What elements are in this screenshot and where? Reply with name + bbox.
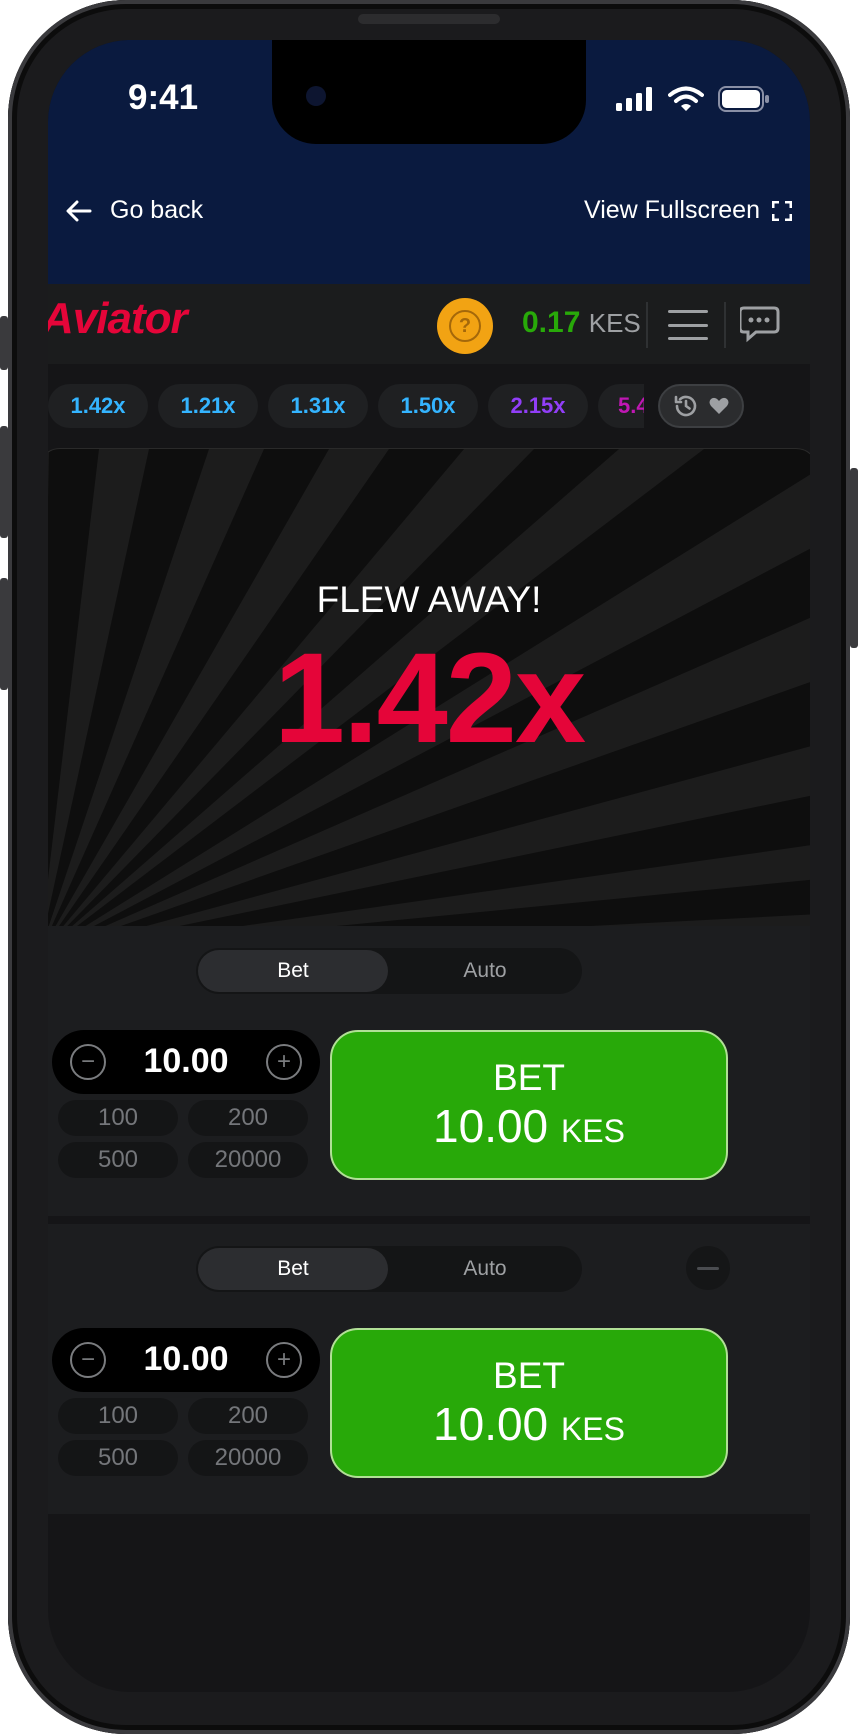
history-multiplier[interactable]: 1.31x [268, 384, 368, 428]
chat-button[interactable] [738, 304, 782, 349]
stake-input[interactable]: 10.00 [112, 1340, 260, 1379]
chat-icon [738, 306, 780, 343]
bet-button-amount: 10.00 KES [433, 1397, 625, 1451]
header-divider [646, 302, 648, 348]
question-icon: ? [449, 310, 481, 342]
status-icons [616, 86, 770, 112]
game-header: Aviator ? 0.17 KES [48, 284, 810, 364]
history-multiplier-value: 2.15x [510, 393, 566, 418]
increase-stake-button[interactable]: + [266, 1342, 302, 1378]
volume-up-button [0, 426, 8, 538]
view-fullscreen-button[interactable]: View Fullscreen [584, 196, 792, 225]
fullscreen-icon [772, 200, 792, 221]
speaker-grille [358, 14, 500, 24]
dynamic-island [272, 40, 586, 144]
quick-amount-button[interactable]: 200 [188, 1100, 308, 1136]
quick-amount-button[interactable]: 100 [58, 1100, 178, 1136]
quick-amount-button[interactable]: 200 [188, 1398, 308, 1434]
arrow-left-icon [66, 200, 92, 221]
minus-icon [697, 1266, 719, 1270]
bet-amount-currency: KES [560, 1411, 625, 1447]
help-button[interactable]: ? [437, 298, 493, 354]
tab-auto[interactable]: Auto [390, 1248, 580, 1290]
nav-row: Go back View Fullscreen [48, 196, 810, 256]
history-multiplier-value: 5.4 [618, 393, 644, 418]
hamburger-icon-line [668, 337, 708, 340]
hamburger-icon-line [668, 310, 708, 313]
game-stage: FLEW AWAY! 1.42x [48, 448, 810, 954]
bet-button-label: BET [493, 1355, 565, 1396]
bet-amount-value: 10.00 [433, 1100, 549, 1152]
quick-amount-button[interactable]: 20000 [188, 1440, 308, 1476]
balance-currency: KES [588, 308, 641, 338]
quick-amount-button[interactable]: 500 [58, 1440, 178, 1476]
decrease-stake-button[interactable]: − [70, 1044, 106, 1080]
heart-icon [709, 397, 729, 414]
history-multiplier[interactable]: 1.21x [158, 384, 258, 428]
history-multiplier[interactable]: 5.4 [598, 384, 644, 428]
bet-mode-tabs: Bet Auto [196, 948, 582, 994]
bet-button-label: BET [493, 1057, 565, 1098]
bet-mode-tabs: Bet Auto [196, 1246, 582, 1292]
flew-away-text: FLEW AWAY! [316, 579, 542, 620]
history-multiplier[interactable]: 1.42x [48, 384, 148, 428]
wifi-icon [668, 86, 704, 111]
quick-amount-button[interactable]: 20000 [188, 1142, 308, 1178]
bet-button-amount: 10.00 KES [433, 1099, 625, 1153]
battery-icon [718, 86, 769, 112]
tab-bet[interactable]: Bet [198, 950, 388, 992]
menu-button[interactable] [668, 310, 708, 340]
plus-icon: + [276, 1048, 291, 1075]
bet-amount-value: 10.00 [433, 1398, 549, 1450]
bet-panel-1: Bet Auto − 10.00 + 100 200 500 20000 BET… [48, 926, 810, 1216]
tab-bet[interactable]: Bet [198, 1248, 388, 1290]
aviator-logo: Aviator [48, 294, 188, 343]
history-multiplier-value: 1.21x [180, 393, 236, 418]
power-button [850, 468, 858, 648]
balance-amount: 0.17 [522, 306, 581, 339]
fullscreen-label: View Fullscreen [583, 196, 760, 224]
volume-down-button [0, 578, 8, 690]
history-multiplier-value: 1.31x [290, 393, 346, 418]
go-back-button[interactable]: Go back [66, 196, 203, 225]
stake-input[interactable]: 10.00 [112, 1042, 260, 1081]
place-bet-button[interactable]: BET 10.00 KES [330, 1328, 728, 1478]
go-back-label: Go back [110, 196, 204, 224]
history-multiplier[interactable]: 2.15x [488, 384, 588, 428]
header-divider [724, 302, 726, 348]
tab-auto[interactable]: Auto [390, 950, 580, 992]
history-multiplier-value: 1.50x [400, 393, 456, 418]
place-bet-button[interactable]: BET 10.00 KES [330, 1030, 728, 1180]
stake-stepper: − 10.00 + [52, 1328, 320, 1392]
crash-multiplier: 1.42x [273, 627, 586, 770]
quick-amount-button[interactable]: 100 [58, 1398, 178, 1434]
signal-icon [616, 87, 652, 111]
history-multiplier[interactable]: 1.50x [378, 384, 478, 428]
quick-amount-button[interactable]: 500 [58, 1142, 178, 1178]
status-time: 9:41 [128, 78, 199, 117]
increase-stake-button[interactable]: + [266, 1044, 302, 1080]
balance: 0.17 KES [522, 306, 641, 340]
minus-icon: − [80, 1048, 95, 1075]
decrease-stake-button[interactable]: − [70, 1342, 106, 1378]
screen: 9:41 Go back View Fullscreen Aviator ? 0… [48, 40, 810, 1692]
history-multiplier-value: 1.42x [70, 393, 126, 418]
stake-stepper: − 10.00 + [52, 1030, 320, 1094]
bet-amount-currency: KES [560, 1113, 625, 1149]
history-toggle-button[interactable] [658, 384, 744, 428]
front-camera [306, 86, 326, 106]
remove-bet-panel-button[interactable] [686, 1246, 730, 1290]
silent-switch [0, 316, 8, 370]
multiplier-history: 1.42x 1.21x 1.31x 1.50x 2.15x 5.4 [48, 364, 810, 448]
minus-icon: − [80, 1346, 95, 1373]
top-bar: 9:41 Go back View Fullscreen [48, 40, 810, 284]
bet-panel-2: Bet Auto − 10.00 + 100 200 500 20000 BET… [48, 1224, 810, 1514]
hamburger-icon-line [668, 323, 708, 327]
plus-icon: + [276, 1346, 291, 1373]
history-icon [674, 395, 697, 417]
